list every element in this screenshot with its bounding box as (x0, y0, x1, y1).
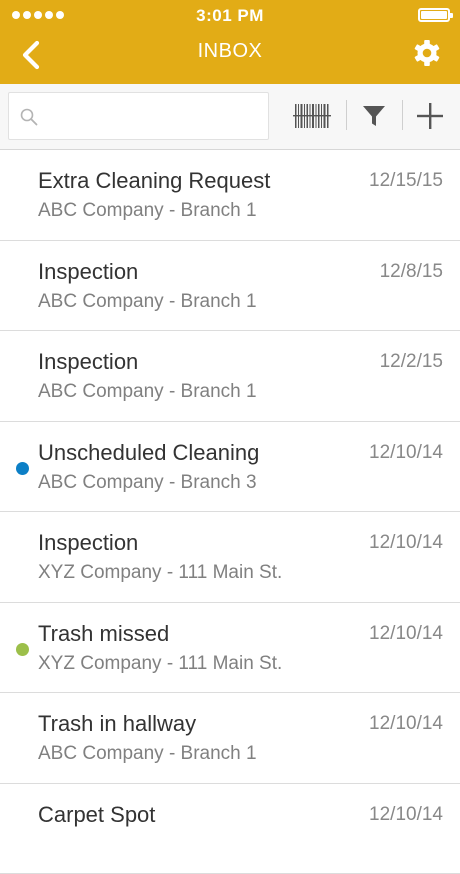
item-title: Inspection (38, 349, 138, 375)
search-box[interactable] (8, 92, 269, 140)
item-date: 12/10/14 (369, 532, 443, 554)
item-title: Carpet Spot (38, 802, 155, 828)
barcode-scan-button[interactable] (292, 96, 332, 136)
list-item[interactable]: Inspection ABC Company - Branch 1 12/8/1… (0, 241, 460, 332)
status-bar: 3:01 PM (0, 0, 460, 32)
item-date: 12/10/14 (369, 442, 443, 464)
list-item[interactable]: Extra Cleaning Request ABC Company - Bra… (0, 150, 460, 241)
unread-dot (16, 462, 29, 475)
list-item[interactable]: Inspection XYZ Company - 111 Main St. 12… (0, 512, 460, 603)
item-date: 12/10/14 (369, 623, 443, 645)
plus-icon (416, 102, 444, 130)
item-subtitle: ABC Company - Branch 3 (38, 472, 257, 494)
gear-icon (412, 38, 442, 68)
filter-icon (362, 104, 386, 128)
unread-dot (16, 643, 29, 656)
list-item[interactable]: Unscheduled Cleaning ABC Company - Branc… (0, 422, 460, 513)
nav-bar: INBOX (0, 32, 460, 84)
list-item[interactable]: Inspection ABC Company - Branch 1 12/2/1… (0, 331, 460, 422)
item-title: Unscheduled Cleaning (38, 440, 259, 466)
inbox-list: Extra Cleaning Request ABC Company - Bra… (0, 150, 460, 874)
item-subtitle: ABC Company - Branch 1 (38, 291, 257, 313)
item-date: 12/2/15 (380, 351, 443, 373)
item-date: 12/10/14 (369, 713, 443, 735)
list-item[interactable]: Carpet Spot 12/10/14 (0, 784, 460, 874)
item-title: Trash missed (38, 621, 169, 647)
search-toolbar (0, 84, 460, 150)
item-date: 12/10/14 (369, 804, 443, 826)
status-time: 3:01 PM (0, 6, 460, 26)
item-date: 12/8/15 (380, 261, 443, 283)
item-title: Extra Cleaning Request (38, 168, 270, 194)
item-title: Trash in hallway (38, 711, 196, 737)
item-subtitle: ABC Company - Branch 1 (38, 381, 257, 403)
list-item[interactable]: Trash in hallway ABC Company - Branch 1 … (0, 693, 460, 784)
app-header: 3:01 PM INBOX (0, 0, 460, 84)
toolbar-divider (346, 100, 347, 130)
list-item[interactable]: Trash missed XYZ Company - 111 Main St. … (0, 603, 460, 694)
search-input[interactable] (45, 93, 260, 139)
page-title: INBOX (0, 40, 460, 63)
item-title: Inspection (38, 259, 138, 285)
barcode-icon (293, 102, 331, 130)
item-date: 12/15/15 (369, 170, 443, 192)
search-icon (20, 108, 38, 126)
item-subtitle: ABC Company - Branch 1 (38, 200, 257, 222)
battery-icon (418, 8, 450, 22)
item-subtitle: XYZ Company - 111 Main St. (38, 562, 282, 584)
toolbar-divider (402, 100, 403, 130)
item-title: Inspection (38, 530, 138, 556)
filter-button[interactable] (359, 96, 389, 136)
item-subtitle: ABC Company - Branch 1 (38, 743, 257, 765)
item-subtitle: XYZ Company - 111 Main St. (38, 653, 282, 675)
settings-button[interactable] (412, 38, 442, 68)
add-button[interactable] (414, 96, 446, 136)
